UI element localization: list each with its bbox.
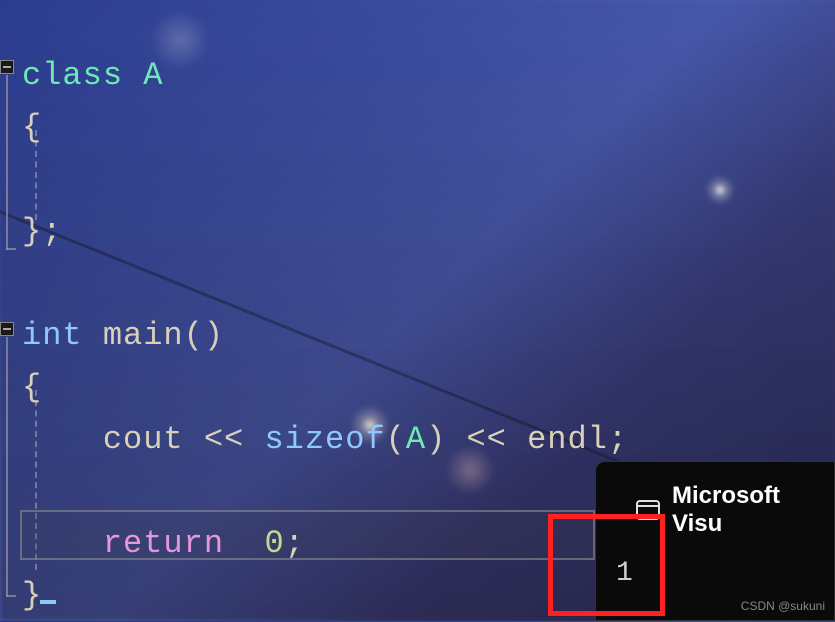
keyword-class: class (22, 57, 123, 94)
code-line-3: }; (22, 206, 835, 258)
keyword-return: return (103, 525, 224, 562)
console-title: Microsoft Visu (672, 482, 814, 538)
debug-console-window[interactable]: Microsoft Visu 1 (595, 461, 835, 621)
semi-2: ; (285, 525, 305, 562)
code-line-6: cout << sizeof(A) << endl; (22, 414, 835, 466)
code-line-1: class A (22, 50, 835, 102)
main-close-brace: } (22, 577, 42, 614)
keyword-int: int (22, 317, 83, 354)
close-brace-semi: }; (22, 213, 62, 250)
main-open-brace: { (22, 369, 42, 406)
code-line-blank-2 (22, 258, 835, 310)
console-output-value: 1 (596, 548, 834, 589)
main-parens: () (184, 317, 224, 354)
code-line-5: { (22, 362, 835, 414)
sizeof-rparen: ) (426, 421, 446, 458)
code-line-2: { (22, 102, 835, 154)
literal-zero: 0 (264, 525, 284, 562)
keyword-sizeof: sizeof (264, 421, 385, 458)
func-main: main (103, 317, 184, 354)
code-line-4: int main() (22, 310, 835, 362)
text-cursor (40, 600, 56, 604)
ident-endl: endl (527, 421, 608, 458)
open-brace: { (22, 109, 42, 146)
ident-cout: cout (103, 421, 184, 458)
op-stream-2: << (466, 421, 506, 458)
op-stream-1: << (204, 421, 244, 458)
semi-1: ; (608, 421, 628, 458)
class-name: A (143, 57, 163, 94)
console-icon (636, 500, 660, 520)
code-line-blank-1 (22, 154, 835, 206)
type-A: A (406, 421, 426, 458)
watermark-text: CSDN @sukuni (741, 599, 825, 613)
sizeof-lparen: ( (386, 421, 406, 458)
console-titlebar: Microsoft Visu (596, 462, 834, 548)
